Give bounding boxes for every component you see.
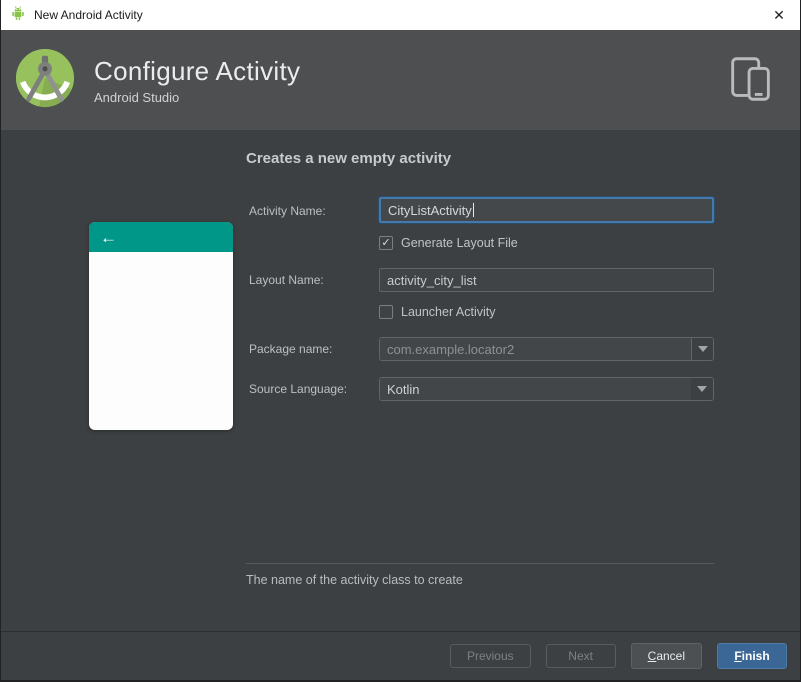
wizard-content: Creates a new empty activity ← Activity … (1, 130, 800, 631)
package-name-value: com.example.locator2 (380, 338, 691, 360)
layout-name-input[interactable]: activity_city_list (379, 268, 714, 292)
next-button[interactable]: Next (545, 644, 616, 668)
chevron-down-icon (697, 386, 707, 392)
activity-name-label: Activity Name: (249, 204, 326, 218)
source-language-dropdown-button[interactable] (691, 378, 713, 400)
source-language-combobox[interactable]: Kotlin (379, 377, 714, 401)
activity-name-value: CityListActivity (388, 202, 472, 218)
launcher-activity-checkbox[interactable] (379, 305, 393, 319)
new-android-activity-dialog: New Android Activity ✕ Configure Activit… (0, 0, 801, 682)
title-bar: New Android Activity ✕ (1, 0, 800, 30)
page-title: Creates a new empty activity (246, 150, 452, 167)
devices-icon (724, 52, 778, 111)
text-caret (472, 203, 474, 217)
wizard-header: Configure Activity Android Studio (1, 30, 800, 130)
package-name-dropdown-button[interactable] (691, 338, 713, 360)
close-button[interactable]: ✕ (758, 0, 800, 30)
launcher-activity-label: Launcher Activity (401, 305, 496, 319)
package-name-label: Package name: (249, 342, 333, 356)
generate-layout-file-label: Generate Layout File (401, 236, 518, 250)
launcher-activity-row: Launcher Activity (379, 305, 496, 319)
close-icon: ✕ (773, 6, 785, 23)
source-language-label: Source Language: (249, 382, 348, 396)
window-title: New Android Activity (34, 8, 143, 22)
chevron-down-icon (697, 346, 708, 352)
layout-name-value: activity_city_list (387, 272, 477, 288)
source-language-value: Kotlin (380, 378, 691, 400)
status-text: The name of the activity class to create (246, 573, 463, 587)
generate-layout-file-row: ✓ Generate Layout File (379, 236, 518, 250)
android-icon (10, 5, 26, 26)
generate-layout-file-checkbox[interactable]: ✓ (379, 236, 393, 250)
finish-button[interactable]: Finish (717, 643, 787, 669)
wizard-subtitle: Android Studio (94, 89, 180, 105)
android-studio-logo-icon (14, 47, 76, 114)
package-name-combobox[interactable]: com.example.locator2 (379, 337, 714, 361)
previous-button[interactable]: Previous (449, 644, 531, 668)
wizard-title: Configure Activity (94, 55, 301, 86)
cancel-button[interactable]: Cancel (630, 643, 702, 669)
layout-name-label: Layout Name: (249, 273, 324, 287)
back-arrow-icon: ← (100, 227, 117, 247)
wizard-footer: Previous Next Cancel Finish (1, 631, 800, 680)
activity-name-input[interactable]: CityListActivity (379, 197, 714, 223)
checkmark-icon: ✓ (381, 236, 391, 249)
activity-preview-appbar: ← (89, 222, 233, 252)
status-divider (246, 563, 714, 564)
activity-preview: ← (89, 222, 233, 430)
